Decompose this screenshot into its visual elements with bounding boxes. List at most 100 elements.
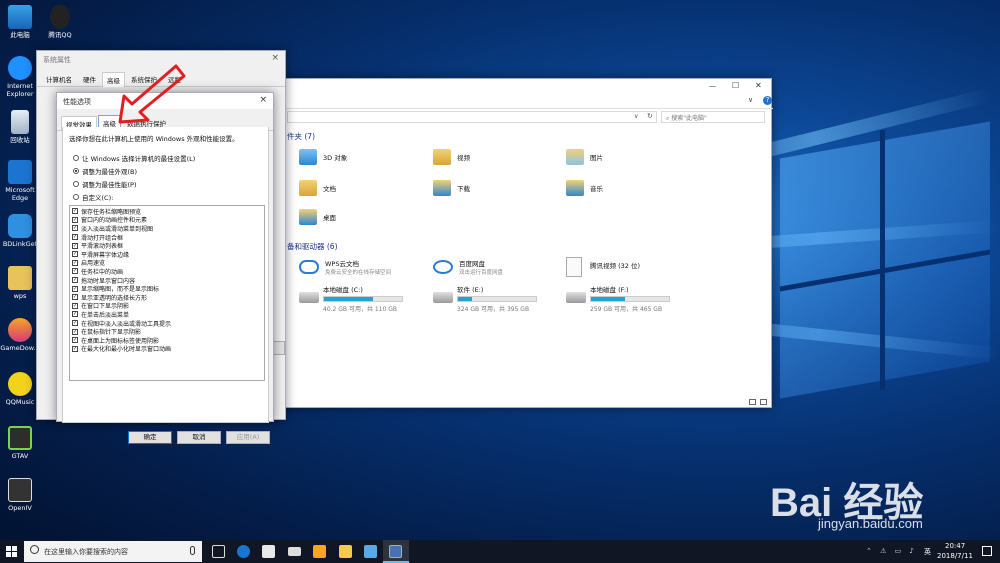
folder-item-videos[interactable]: 视频 xyxy=(433,149,470,165)
devices-section-header[interactable]: 备和驱动器 (6) xyxy=(287,241,338,252)
store-icon[interactable] xyxy=(262,545,275,558)
help-icon[interactable]: ? xyxy=(763,96,772,105)
cancel-button[interactable]: 取消 xyxy=(177,431,221,444)
annotation-arrow-icon xyxy=(118,64,186,124)
clock-time[interactable]: 20:47 xyxy=(945,542,965,550)
checkbox-item[interactable]: ✓ 显示缩略图，而不是显示图标 xyxy=(70,284,264,293)
folder-item-desktop[interactable]: 桌面 xyxy=(299,209,336,225)
task-view-icon[interactable] xyxy=(212,545,225,558)
radio-custom[interactable]: 自定义(C): xyxy=(73,192,268,202)
checkbox-item[interactable]: ✓ 任务栏中的动画 xyxy=(70,267,264,276)
checkbox-item[interactable]: ✓ 在鼠标指针下显示阴影 xyxy=(70,327,264,336)
ok-button[interactable]: 确定 xyxy=(128,431,172,444)
folder-item-music[interactable]: 音乐 xyxy=(566,180,603,196)
effects-checkbox-list[interactable]: ✓ 保存任务栏缩略图预览 ✓ 窗口内的动画控件和元素 ✓ 淡入淡出或滑动菜单到视图 ✓… xyxy=(69,205,265,381)
tiles-view-icon[interactable] xyxy=(760,399,767,405)
checkbox-item[interactable]: ✓ 保存任务栏缩略图预览 xyxy=(70,207,264,216)
checkbox-item[interactable]: ✓ 拖动时显示窗口内容 xyxy=(70,276,264,285)
folder-item-downloads[interactable]: 下载 xyxy=(433,180,470,196)
checkbox[interactable]: ✓ xyxy=(72,294,78,301)
checkbox-item[interactable]: ✓ 在窗口下显示阴影 xyxy=(70,302,264,310)
device-name: 腾讯视频 (32 位) xyxy=(590,262,640,270)
checkbox[interactable]: ✓ xyxy=(72,208,78,215)
address-bar[interactable] xyxy=(287,111,657,123)
drive-icon xyxy=(299,292,319,303)
desktop-icon-gtav[interactable]: GTAV xyxy=(0,426,43,460)
apply-button[interactable]: 应用(A) xyxy=(226,431,270,444)
clock-date[interactable]: 2018/7/11 xyxy=(937,552,973,560)
close-button[interactable]: ✕ xyxy=(755,81,762,90)
checkbox[interactable]: ✓ xyxy=(72,337,78,344)
tab-computer-name[interactable]: 计算机名 xyxy=(41,71,77,86)
mail-icon[interactable] xyxy=(288,547,301,556)
device-item-wps-cloud[interactable]: WPS云文档 免费云安全的在线存储空间 xyxy=(299,257,419,279)
checkbox[interactable]: ✓ xyxy=(72,311,78,318)
file-explorer-icon[interactable] xyxy=(339,545,352,558)
tray-icons[interactable]: ⌃ ⚠ ▭ ♪ xyxy=(866,547,917,555)
checkbox-item[interactable]: ✓ 在视图中淡入淡出或滑动工具提示 xyxy=(70,319,264,328)
search-box[interactable]: ⌕ 搜索"此电脑" xyxy=(661,111,765,123)
radio-let-windows-choose[interactable]: 让 Windows 选择计算机的最佳设置(L) xyxy=(73,153,268,163)
desktop-icon-label: BDLinkGet xyxy=(2,240,38,248)
windows-logo-icon xyxy=(6,546,17,557)
sysprops-partial-button[interactable] xyxy=(273,341,285,355)
checkbox[interactable]: ✓ xyxy=(72,259,78,266)
checkbox[interactable]: ✓ xyxy=(72,302,78,309)
device-item-baidu-netdisk[interactable]: 百度网盘 双击运行百度网盘 xyxy=(433,257,553,279)
drive-item-c[interactable]: 本地磁盘 (C:) 40.2 GB 可用，共 110 GB xyxy=(299,284,403,313)
input-language-indicator[interactable]: 英 xyxy=(924,547,931,557)
notification-center-icon[interactable] xyxy=(982,546,992,556)
checkbox[interactable]: ✓ xyxy=(72,328,78,335)
folder-item-pictures[interactable]: 图片 xyxy=(566,149,603,165)
taskbar-search-box[interactable]: 在这里输入你要搜索的内容 xyxy=(24,541,202,562)
close-button[interactable]: × xyxy=(259,95,267,105)
drive-item-f[interactable]: 本地磁盘 (F:) 259 GB 可用，共 465 GB xyxy=(566,284,670,313)
maximize-button[interactable]: ☐ xyxy=(732,81,739,90)
drive-item-e[interactable]: 软件 (E:) 324 GB 可用，共 395 GB xyxy=(433,284,537,313)
desktop-icon-openiv[interactable]: OpenIV xyxy=(0,478,43,512)
device-item-tencent-video[interactable]: 腾讯视频 (32 位) xyxy=(566,257,686,279)
checkbox-item[interactable]: ✓ 在桌面上为图标标签使用阴影 xyxy=(70,336,264,345)
minimize-button[interactable]: — xyxy=(709,82,716,90)
microphone-icon[interactable] xyxy=(190,546,195,555)
edge-icon[interactable] xyxy=(237,545,250,558)
checkbox[interactable]: ✓ xyxy=(72,251,78,258)
checkbox-item[interactable]: ✓ 平滑屏幕字体边缘 xyxy=(70,250,264,259)
checkbox-item[interactable]: ✓ 显示亚透明的选择长方形 xyxy=(70,293,264,302)
checkbox-item[interactable]: ✓ 平滑滚动列表框 xyxy=(70,241,264,250)
tab-hardware[interactable]: 硬件 xyxy=(78,71,101,86)
checkbox-item[interactable]: ✓ 启用速览 xyxy=(70,259,264,267)
radio-best-performance[interactable]: 调整为最佳性能(P) xyxy=(73,179,268,189)
radio-best-appearance[interactable]: 调整为最佳外观(B) xyxy=(73,166,268,176)
desktop-icon-label: 此电脑 xyxy=(10,31,30,39)
ribbon-expand-icon[interactable]: ∨ xyxy=(748,96,753,104)
desktop-icon-label: QQMusic xyxy=(5,398,35,406)
checkbox-item[interactable]: ✓ 淡入淡出或滑动菜单到视图 xyxy=(70,224,264,233)
checkbox[interactable]: ✓ xyxy=(72,234,78,241)
checkbox-item[interactable]: ✓ 在最大化和最小化时显示窗口动画 xyxy=(70,345,264,353)
checkbox[interactable]: ✓ xyxy=(72,345,78,352)
document-folder-icon xyxy=(299,180,317,196)
start-button[interactable] xyxy=(6,546,17,557)
checkbox[interactable]: ✓ xyxy=(72,216,78,223)
app-icon-orange[interactable] xyxy=(313,545,326,558)
folder-item-3d-objects[interactable]: 3D 对象 xyxy=(299,149,347,165)
checkbox-item[interactable]: ✓ 在单击后淡出菜单 xyxy=(70,310,264,319)
folders-section-header[interactable]: 件夹 (7) xyxy=(287,131,315,142)
checkbox-item[interactable]: ✓ 滑动打开组合框 xyxy=(70,233,264,242)
close-button[interactable]: × xyxy=(271,53,279,63)
checkbox[interactable]: ✓ xyxy=(72,277,78,284)
checkbox[interactable]: ✓ xyxy=(72,320,78,327)
app-icon-blue[interactable] xyxy=(364,545,377,558)
radio-dot xyxy=(73,181,79,187)
checkbox[interactable]: ✓ xyxy=(72,268,78,275)
desktop-icon-qq[interactable]: 腾讯QQ xyxy=(37,5,83,39)
details-view-icon[interactable] xyxy=(749,399,756,405)
checkbox[interactable]: ✓ xyxy=(72,285,78,292)
checkbox-item[interactable]: ✓ 窗口内的动画控件和元素 xyxy=(70,216,264,224)
refresh-icon[interactable]: ↻ xyxy=(647,112,653,120)
folder-item-documents[interactable]: 文档 xyxy=(299,180,336,196)
checkbox[interactable]: ✓ xyxy=(72,242,78,249)
address-dropdown-icon[interactable]: ∨ xyxy=(634,113,638,120)
checkbox[interactable]: ✓ xyxy=(72,225,78,232)
